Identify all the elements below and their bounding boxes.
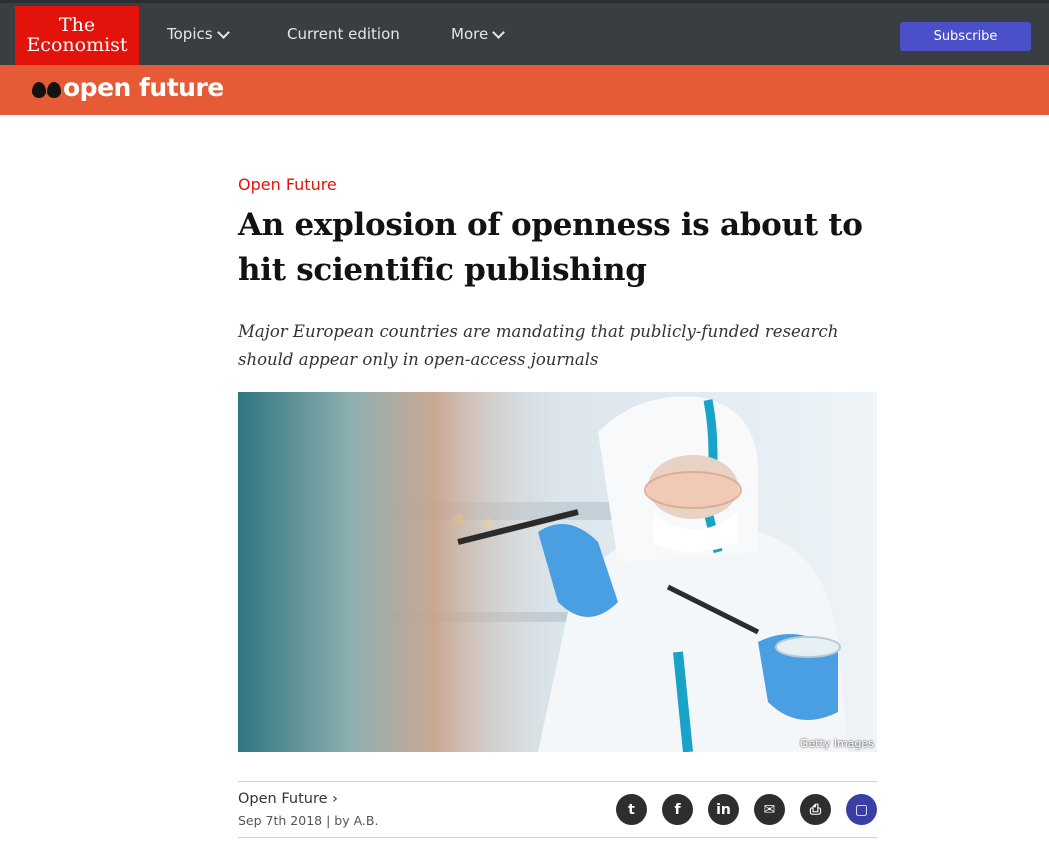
- open-future-banner: open future: [0, 65, 1049, 115]
- nav-more[interactable]: More: [451, 25, 506, 43]
- logo-line-1: The: [58, 14, 96, 36]
- nav-topics-label: Topics: [167, 25, 213, 43]
- quote-marks-icon: [32, 81, 61, 98]
- open-future-logo[interactable]: open future: [32, 73, 224, 102]
- email-icon: ✉: [763, 801, 776, 818]
- nav-current-edition-label: Current edition: [287, 25, 400, 43]
- article-meta-bar: Open Future › Sep 7th 2018 | by A.B. t f…: [238, 781, 877, 838]
- chevron-down-icon: [492, 25, 506, 39]
- lab-scientist-illustration: [238, 392, 877, 752]
- share-toolbar: t f in ✉ ⎙ ▢: [616, 794, 877, 825]
- subscribe-button[interactable]: Subscribe: [900, 22, 1031, 51]
- article-dateline: Sep 7th 2018 | by A.B.: [238, 813, 378, 828]
- linkedin-icon: in: [716, 801, 731, 818]
- comment-icon: ▢: [854, 801, 869, 818]
- twitter-icon: t: [628, 801, 635, 818]
- email-share-button[interactable]: ✉: [754, 794, 785, 825]
- page-title: An explosion of openness is about to hit…: [238, 207, 863, 288]
- twitter-share-button[interactable]: t: [616, 794, 647, 825]
- article-standfirst: Major European countries are mandating t…: [238, 322, 839, 369]
- nav-topics[interactable]: Topics: [167, 25, 230, 43]
- section-breadcrumb-link[interactable]: Open Future ›: [238, 791, 338, 807]
- section-link[interactable]: Open Future: [238, 175, 337, 194]
- logo-line-2: Economist: [26, 34, 128, 56]
- print-icon: ⎙: [809, 801, 822, 818]
- linkedin-share-button[interactable]: in: [708, 794, 739, 825]
- publish-date: Sep 7th 2018: [238, 813, 323, 828]
- chevron-down-icon: [216, 25, 230, 39]
- economist-logo[interactable]: The Economist: [15, 6, 139, 68]
- comments-button[interactable]: ▢: [846, 794, 877, 825]
- hero-image: Getty Images: [238, 392, 877, 752]
- nav-current-edition[interactable]: Current edition: [287, 25, 400, 43]
- facebook-icon: f: [674, 801, 681, 818]
- byline: by A.B.: [334, 813, 379, 828]
- print-button[interactable]: ⎙: [800, 794, 831, 825]
- top-navigation: The Economist Topics Current edition Mor…: [0, 0, 1049, 68]
- facebook-share-button[interactable]: f: [662, 794, 693, 825]
- image-credit: Getty Images: [799, 737, 874, 750]
- nav-more-label: More: [451, 25, 489, 43]
- open-future-brand: open future: [63, 73, 224, 102]
